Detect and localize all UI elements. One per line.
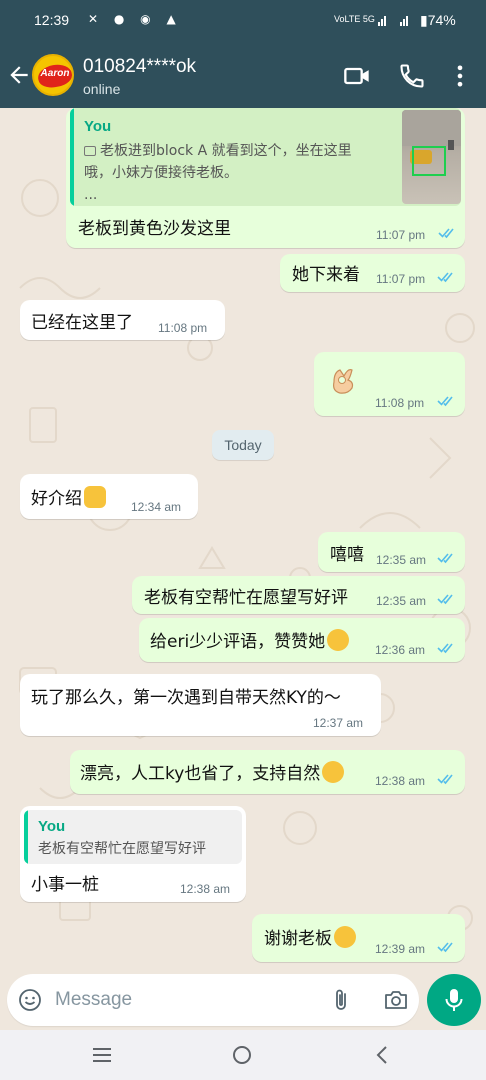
message-bubble-outgoing[interactable]: 11:08 pm [314,352,465,416]
quote-text: 老板进到block A 就看到这个，坐在这里 哦，小妹方便接待老板。 ... [84,143,352,203]
quoted-message[interactable]: You 老板有空帮忙在愿望写好评 [24,810,242,864]
message-bubble-incoming[interactable]: You 老板有空帮忙在愿望写好评 小事一桩 12:38 am [20,806,246,902]
message-bubble-incoming[interactable]: 玩了那么久，第一次遇到自带天然KY的～ 12:37 am [20,674,381,736]
message-bubble-outgoing[interactable]: 漂亮，人工ky也省了，支持自然 12:38 am [70,750,465,794]
image-icon [84,146,96,156]
message-text: 已经在这里了 [31,313,133,333]
message-bubble-outgoing[interactable]: 嘻嘻 12:35 am [318,532,465,572]
contact-status: online [83,81,121,97]
smiling-face-emoji-icon [327,629,350,651]
voice-call-icon[interactable] [398,62,426,90]
quoted-image-thumbnail [402,110,461,204]
contact-name[interactable]: 010824****ok [83,56,196,78]
recent-apps-icon[interactable] [90,1046,114,1064]
message-bubble-outgoing[interactable]: 老板有空帮忙在愿望写好评 12:35 am [132,576,465,614]
message-time: 12:38 am [375,774,426,788]
voice-message-button[interactable] [427,974,481,1026]
read-receipt-icon [437,272,453,283]
message-bubble-outgoing[interactable]: 谢谢老板 12:39 am [252,914,465,962]
back-arrow-icon[interactable] [6,62,32,88]
read-receipt-icon [437,643,453,654]
signal-icon [378,16,386,26]
ok-hand-emoji-icon [333,369,354,394]
battery-level: ▮74% [420,12,456,28]
message-placeholder: Message [55,989,133,1010]
message-text: 好介绍 [31,484,106,509]
camera-icon[interactable] [383,988,409,1012]
message-time: 12:39 am [375,942,426,956]
quote-author: You [38,818,66,835]
party-face-emoji-icon [334,926,356,948]
message-time: 12:38 am [180,882,231,896]
message-text: 她下来着 [292,265,360,285]
message-time: 12:35 am [376,553,427,567]
message-time: 12:36 am [375,643,426,657]
message-time: 12:34 am [131,500,182,514]
quote-text: 老板有空帮忙在愿望写好评 [38,841,206,857]
read-receipt-icon [437,594,453,605]
message-text: 玩了那么久，第一次遇到自带天然KY的～ [31,688,341,708]
message-text: 老板有空帮忙在愿望写好评 [144,588,348,608]
read-receipt-icon [437,396,453,407]
message-text: 嘻嘻 [330,545,364,565]
chat-area[interactable]: You 老板进到block A 就看到这个，坐在这里 哦，小妹方便接待老板。 .… [0,108,486,970]
composer-bar: Message [0,970,486,1030]
message-bubble-incoming[interactable]: 好介绍 12:34 am [20,474,198,519]
message-text: 给eri少少评语，赞赞她 [150,627,350,652]
microphone-icon [445,989,463,1011]
message-text: 漂亮，人工ky也省了，支持自然 [80,759,345,784]
network-indicator: VoLTE 5G [334,14,375,24]
message-text: 谢谢老板 [264,924,356,949]
contact-avatar[interactable]: Aaron [32,54,74,96]
message-input[interactable]: Message [7,974,419,1026]
message-text: 老板到黄色沙发这里 [78,219,231,239]
message-bubble-outgoing[interactable]: 她下来着 11:07 pm [280,254,465,292]
message-time: 12:37 am [313,716,364,730]
notification-icons: ✕ ● ◉ ▲ [88,12,182,26]
emoji-icon[interactable] [18,988,42,1012]
quote-author: You [84,118,112,135]
attach-icon[interactable] [329,987,353,1013]
more-options-icon[interactable] [446,62,474,90]
home-icon[interactable] [230,1043,254,1067]
read-receipt-icon [437,553,453,564]
status-bar: 12:39 ✕ ● ◉ ▲ VoLTE 5G ▮74% [0,0,486,44]
message-bubble-outgoing[interactable]: 给eri少少评语，赞赞她 12:36 am [139,618,465,662]
message-time: 11:07 pm [376,272,426,286]
message-time: 11:07 pm [376,228,426,242]
chat-header: Aaron 010824****ok online [0,44,486,108]
read-receipt-icon [438,228,454,239]
system-navigation-bar [0,1030,486,1080]
video-call-icon[interactable] [343,62,371,90]
back-nav-icon[interactable] [372,1044,394,1066]
quoted-message[interactable]: You 老板进到block A 就看到这个，坐在这里 哦，小妹方便接待老板。 .… [70,108,461,206]
date-separator: Today [212,430,274,460]
message-time: 11:08 pm [375,396,425,410]
read-receipt-icon [437,774,453,785]
thumbs-up-emoji-icon [84,486,106,508]
read-receipt-icon [437,942,453,953]
status-time: 12:39 [34,12,70,28]
signal-icon-2 [400,16,408,26]
message-text: 小事一桩 [31,875,99,895]
message-time: 11:08 pm [158,321,208,335]
message-bubble-outgoing[interactable]: You 老板进到block A 就看到这个，坐在这里 哦，小妹方便接待老板。 .… [66,108,465,248]
kissing-face-emoji-icon [322,761,345,783]
message-time: 12:35 am [376,594,427,608]
message-bubble-incoming[interactable]: 已经在这里了 11:08 pm [20,300,225,340]
